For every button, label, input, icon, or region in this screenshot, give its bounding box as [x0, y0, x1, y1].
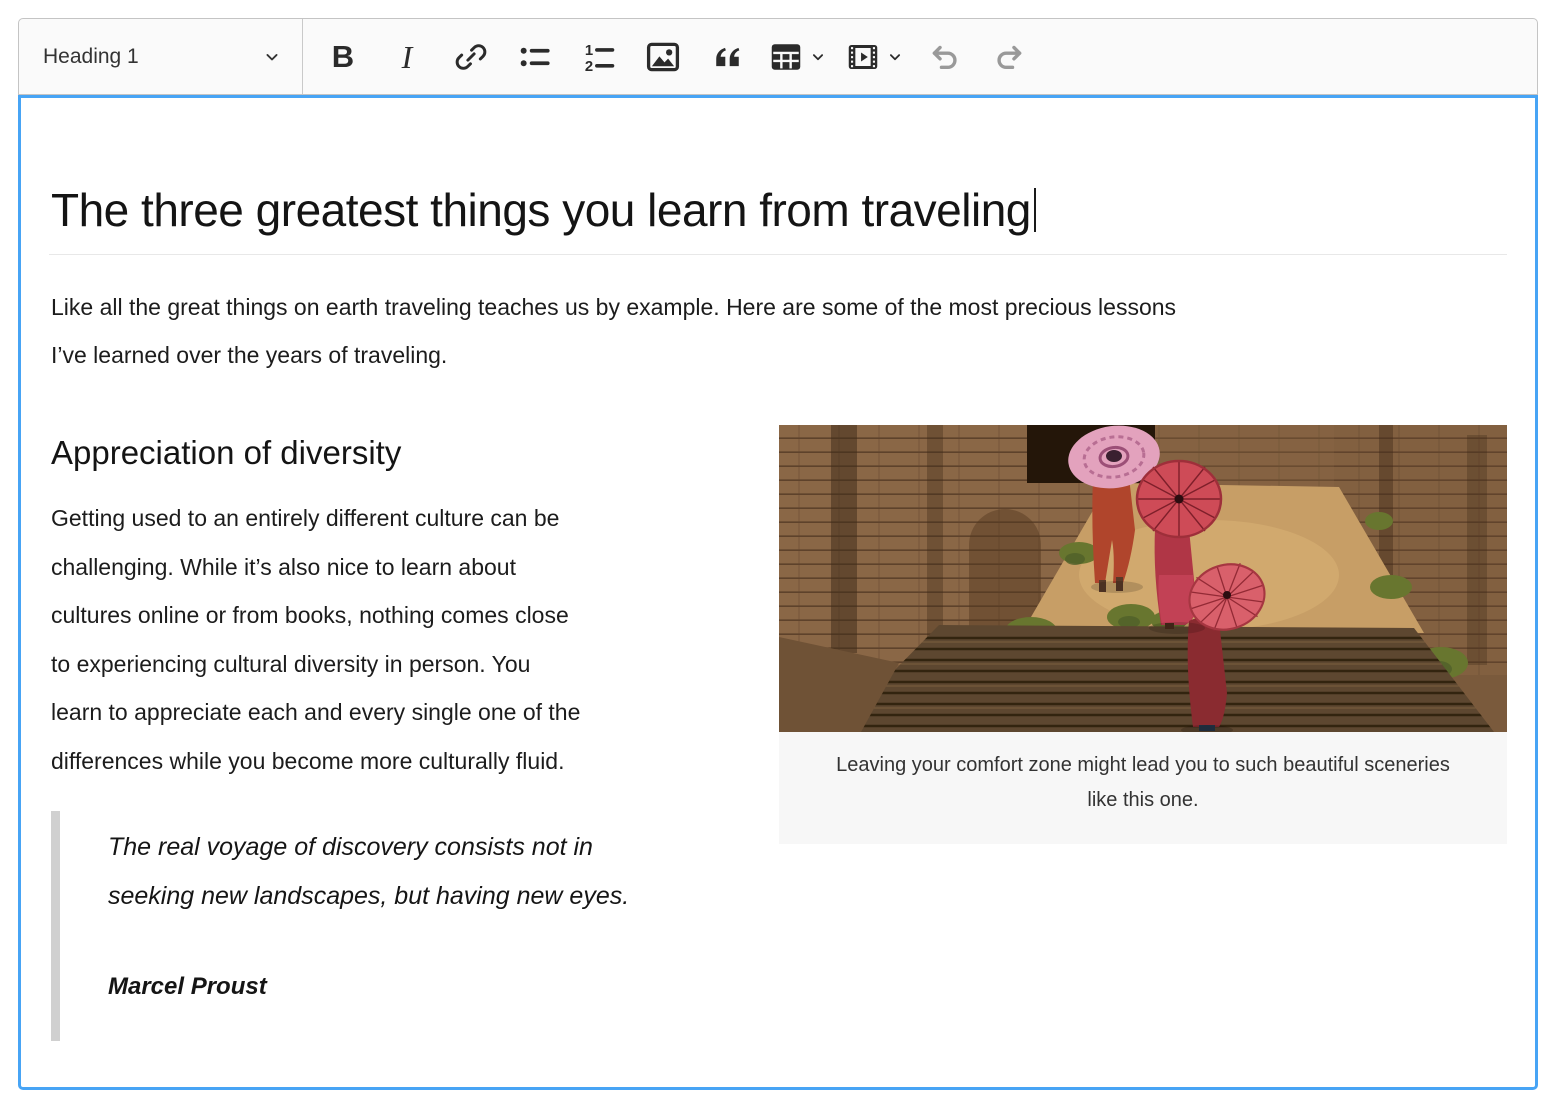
numbered-list-button[interactable]: 1 2 — [570, 28, 628, 86]
svg-text:1: 1 — [585, 43, 593, 59]
intro-paragraph[interactable]: Like all the great things on earth trave… — [51, 283, 1507, 379]
block-quote-button[interactable] — [698, 28, 756, 86]
block-quote[interactable]: The real voyage of discovery consists no… — [51, 811, 1507, 1041]
bulleted-list-icon — [518, 40, 552, 74]
insert-media-button[interactable] — [839, 28, 910, 86]
bold-button[interactable]: B — [314, 28, 372, 86]
editor-content-area[interactable]: The three greatest things you learn from… — [18, 95, 1538, 1090]
image-caption[interactable]: Leaving your comfort zone might lead you… — [779, 732, 1507, 844]
document-title[interactable]: The three greatest things you learn from… — [49, 98, 1507, 255]
undo-button[interactable] — [916, 28, 974, 86]
italic-button[interactable]: I — [378, 28, 436, 86]
insert-table-button[interactable] — [762, 28, 833, 86]
toolbar-buttons: B I — [303, 19, 1041, 94]
block-quote-icon — [710, 40, 744, 74]
content-image-figure[interactable]: Leaving your comfort zone might lead you… — [779, 425, 1507, 844]
undo-icon — [928, 40, 962, 74]
text-cursor — [1034, 188, 1036, 232]
rich-text-editor: Heading 1 B I — [18, 18, 1538, 1090]
numbered-list-icon: 1 2 — [582, 40, 616, 74]
insert-image-button[interactable] — [634, 28, 692, 86]
italic-icon: I — [402, 41, 413, 73]
svg-text:2: 2 — [585, 58, 593, 73]
quote-author[interactable]: Marcel Proust — [108, 973, 1487, 1001]
redo-button[interactable] — [980, 28, 1038, 86]
table-icon — [768, 39, 804, 75]
heading-dropdown-label: Heading 1 — [43, 45, 139, 69]
bold-icon: B — [332, 41, 354, 72]
heading-dropdown[interactable]: Heading 1 — [19, 19, 302, 94]
link-button[interactable] — [442, 28, 500, 86]
redo-icon — [992, 40, 1026, 74]
media-embed-icon — [845, 39, 881, 75]
bulleted-list-button[interactable] — [506, 28, 564, 86]
document-title-text: The three greatest things you learn from… — [51, 184, 1031, 236]
image-icon — [645, 39, 681, 75]
travel-photo-image — [779, 425, 1507, 732]
chevron-down-icon — [886, 48, 904, 66]
link-icon — [454, 40, 488, 74]
chevron-down-icon — [262, 47, 282, 67]
editor-toolbar: Heading 1 B I — [18, 18, 1538, 95]
chevron-down-icon — [809, 48, 827, 66]
